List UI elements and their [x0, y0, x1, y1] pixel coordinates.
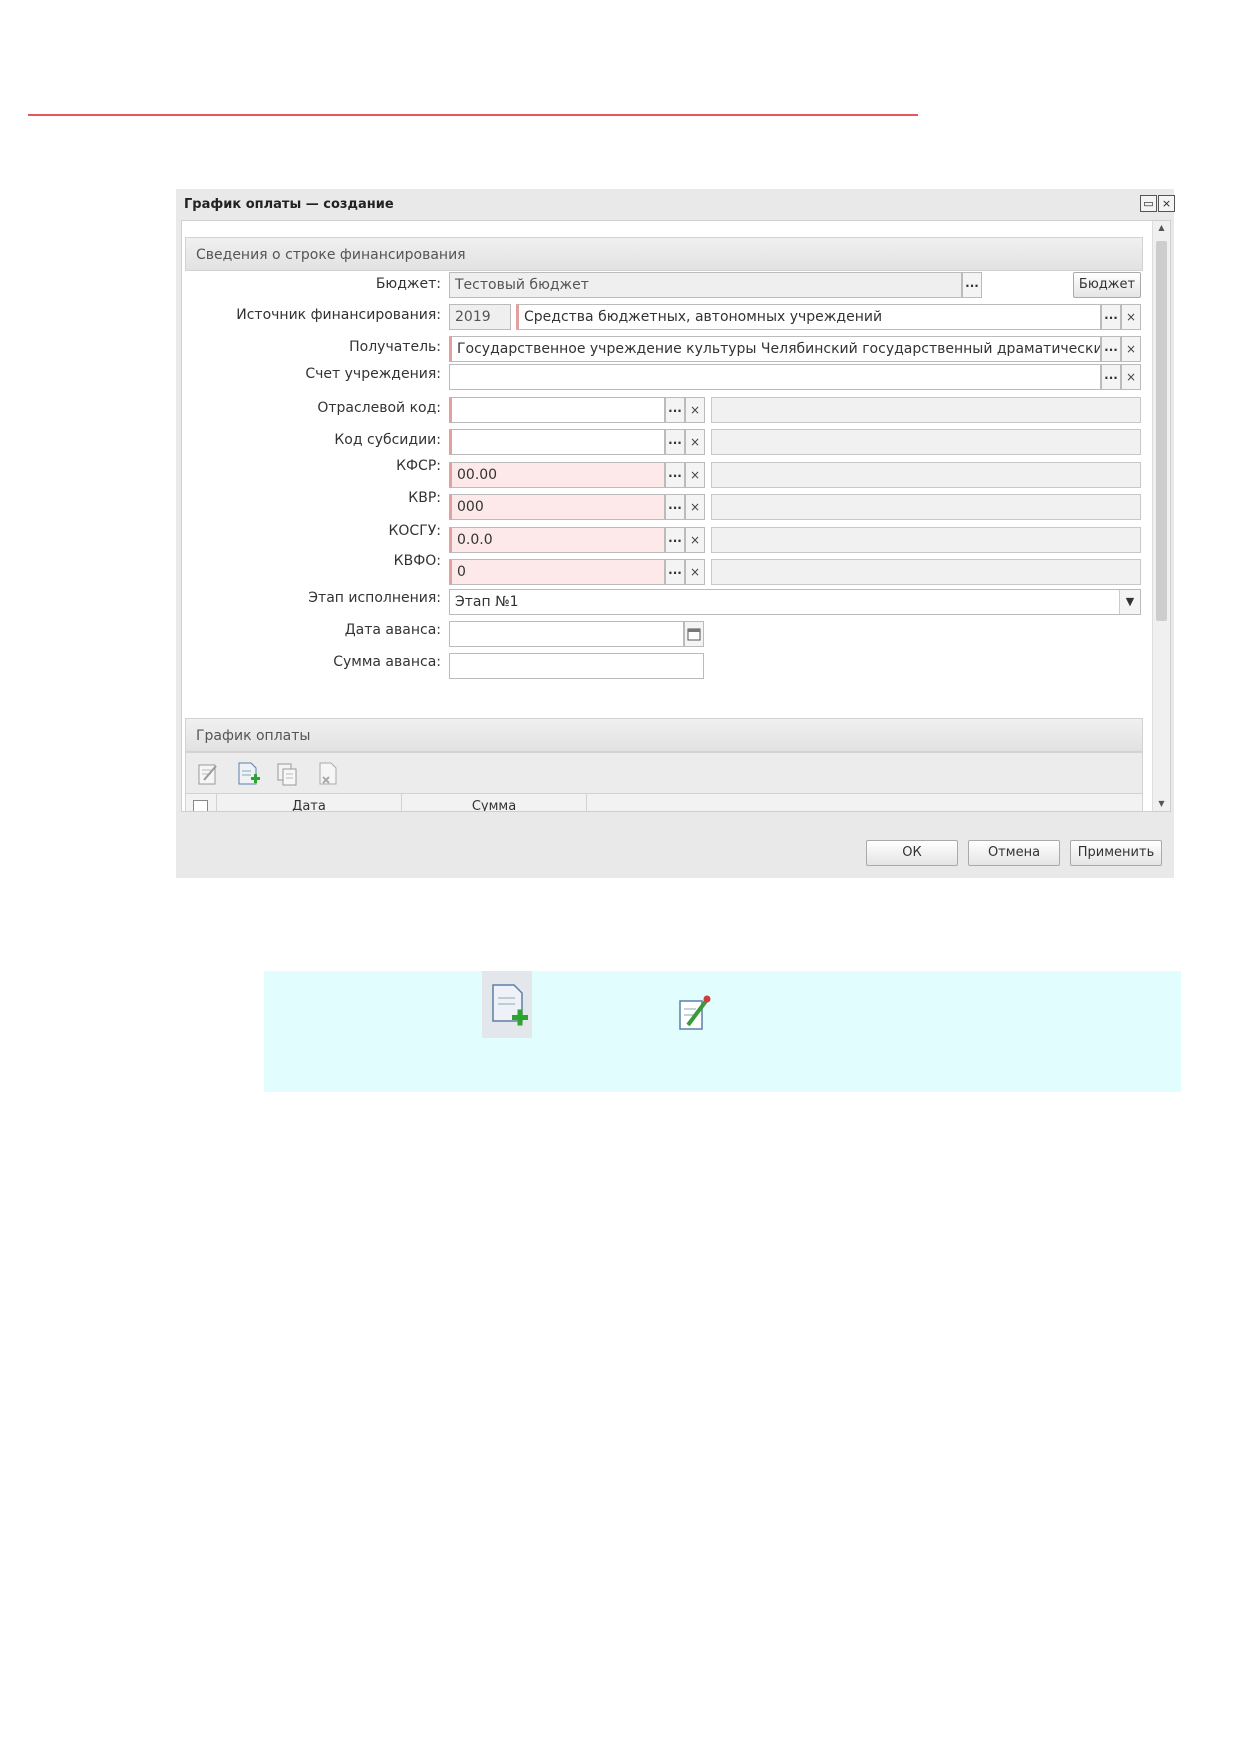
- budget-label: Бюджет:: [375, 276, 441, 292]
- dialog-body: Сведения о строке финансирования Бюджет:…: [181, 220, 1171, 812]
- source-clear-icon[interactable]: ×: [1121, 304, 1141, 330]
- kvfo-label: КВФО:: [393, 553, 441, 569]
- edit-icon: [676, 993, 712, 1033]
- apply-button[interactable]: Применить: [1070, 840, 1162, 866]
- account-field[interactable]: [449, 364, 1101, 390]
- subsidy-code-clear-icon[interactable]: ×: [685, 429, 705, 455]
- scroll-up-icon[interactable]: ▲: [1153, 221, 1170, 235]
- chevron-down-icon[interactable]: ▼: [1119, 590, 1140, 614]
- payment-schedule-dialog: График оплаты — создание ▭ × Сведения о …: [176, 189, 1175, 878]
- subsidy-code-label: Код субсидии:: [334, 432, 441, 448]
- select-all-checkbox[interactable]: [193, 800, 208, 811]
- kfsr-description: [711, 462, 1141, 488]
- kosgu-clear-icon[interactable]: ×: [685, 527, 705, 553]
- kfsr-select-button[interactable]: ...: [665, 462, 685, 488]
- recipient-select-button[interactable]: ...: [1101, 336, 1121, 362]
- add-document-icon[interactable]: [234, 760, 262, 788]
- select-all-cell: [186, 794, 217, 811]
- header-rule: [28, 114, 918, 116]
- edit-icon[interactable]: [194, 760, 222, 788]
- kosgu-field[interactable]: 0.0.0: [449, 527, 665, 553]
- kfsr-label: КФСР:: [396, 458, 441, 474]
- dialog-title: График оплаты — создание: [184, 197, 394, 212]
- delete-document-icon[interactable]: [314, 760, 342, 788]
- branch-code-label: Отраслевой код:: [317, 400, 441, 416]
- stage-value: Этап №1: [455, 594, 519, 610]
- add-document-icon: [482, 971, 532, 1038]
- source-label: Источник финансирования:: [236, 307, 441, 323]
- kosgu-label: КОСГУ:: [388, 523, 441, 539]
- kvfo-field[interactable]: 0: [449, 559, 665, 585]
- account-select-button[interactable]: ...: [1101, 364, 1121, 390]
- ok-button[interactable]: ОК: [866, 840, 958, 866]
- stage-label: Этап исполнения:: [308, 590, 441, 606]
- schedule-toolbar: [185, 752, 1143, 794]
- dialog-titlebar: График оплаты — создание ▭ ×: [176, 189, 1175, 219]
- cancel-button[interactable]: Отмена: [968, 840, 1060, 866]
- advance-sum-label: Сумма аванса:: [333, 654, 441, 670]
- kvr-description: [711, 494, 1141, 520]
- calendar-icon[interactable]: [684, 621, 704, 647]
- recipient-label: Получатель:: [349, 339, 441, 355]
- branch-code-select-button[interactable]: ...: [665, 397, 685, 423]
- subsidy-code-description: [711, 429, 1141, 455]
- close-icon[interactable]: ×: [1158, 195, 1175, 212]
- section-schedule-header[interactable]: График оплаты: [185, 718, 1143, 752]
- subsidy-code-field[interactable]: [449, 429, 665, 455]
- budget-button[interactable]: Бюджет: [1073, 272, 1141, 298]
- recipient-clear-icon[interactable]: ×: [1121, 336, 1141, 362]
- source-select-button[interactable]: ...: [1101, 304, 1121, 330]
- subsidy-code-select-button[interactable]: ...: [665, 429, 685, 455]
- scroll-thumb[interactable]: [1156, 241, 1167, 621]
- section-financing-header[interactable]: Сведения о строке финансирования: [185, 237, 1143, 271]
- kvr-select-button[interactable]: ...: [665, 494, 685, 520]
- kosgu-description: [711, 527, 1141, 553]
- stage-select[interactable]: Этап №1 ▼: [449, 589, 1141, 615]
- kosgu-select-button[interactable]: ...: [665, 527, 685, 553]
- vertical-scrollbar[interactable]: ▲ ▼: [1152, 221, 1170, 811]
- source-year-field[interactable]: 2019: [449, 304, 511, 330]
- account-label: Счет учреждения:: [305, 366, 441, 382]
- advance-date-field[interactable]: [449, 621, 684, 647]
- branch-code-field[interactable]: [449, 397, 665, 423]
- kvr-label: КВР:: [408, 490, 441, 506]
- schedule-grid-header: Дата Сумма: [185, 793, 1143, 811]
- advance-date-label: Дата аванса:: [344, 622, 441, 638]
- copy-document-icon[interactable]: [274, 760, 302, 788]
- budget-select-button[interactable]: ...: [962, 272, 982, 298]
- maximize-icon[interactable]: ▭: [1140, 195, 1157, 212]
- column-sum[interactable]: Сумма: [402, 794, 587, 811]
- kfsr-field[interactable]: 00.00: [449, 462, 665, 488]
- column-date[interactable]: Дата: [217, 794, 402, 811]
- source-field[interactable]: Средства бюджетных, автономных учреждени…: [516, 304, 1101, 330]
- budget-field[interactable]: Тестовый бюджет: [449, 272, 962, 298]
- info-note: [264, 971, 1181, 1092]
- kvr-field[interactable]: 000: [449, 494, 665, 520]
- recipient-field[interactable]: Государственное учреждение культуры Челя…: [449, 336, 1101, 362]
- scroll-down-icon[interactable]: ▼: [1153, 797, 1170, 811]
- kvfo-clear-icon[interactable]: ×: [685, 559, 705, 585]
- kvfo-description: [711, 559, 1141, 585]
- kvfo-select-button[interactable]: ...: [665, 559, 685, 585]
- kvr-clear-icon[interactable]: ×: [685, 494, 705, 520]
- account-clear-icon[interactable]: ×: [1121, 364, 1141, 390]
- advance-sum-field[interactable]: [449, 653, 704, 679]
- branch-code-description: [711, 397, 1141, 423]
- branch-code-clear-icon[interactable]: ×: [685, 397, 705, 423]
- kfsr-clear-icon[interactable]: ×: [685, 462, 705, 488]
